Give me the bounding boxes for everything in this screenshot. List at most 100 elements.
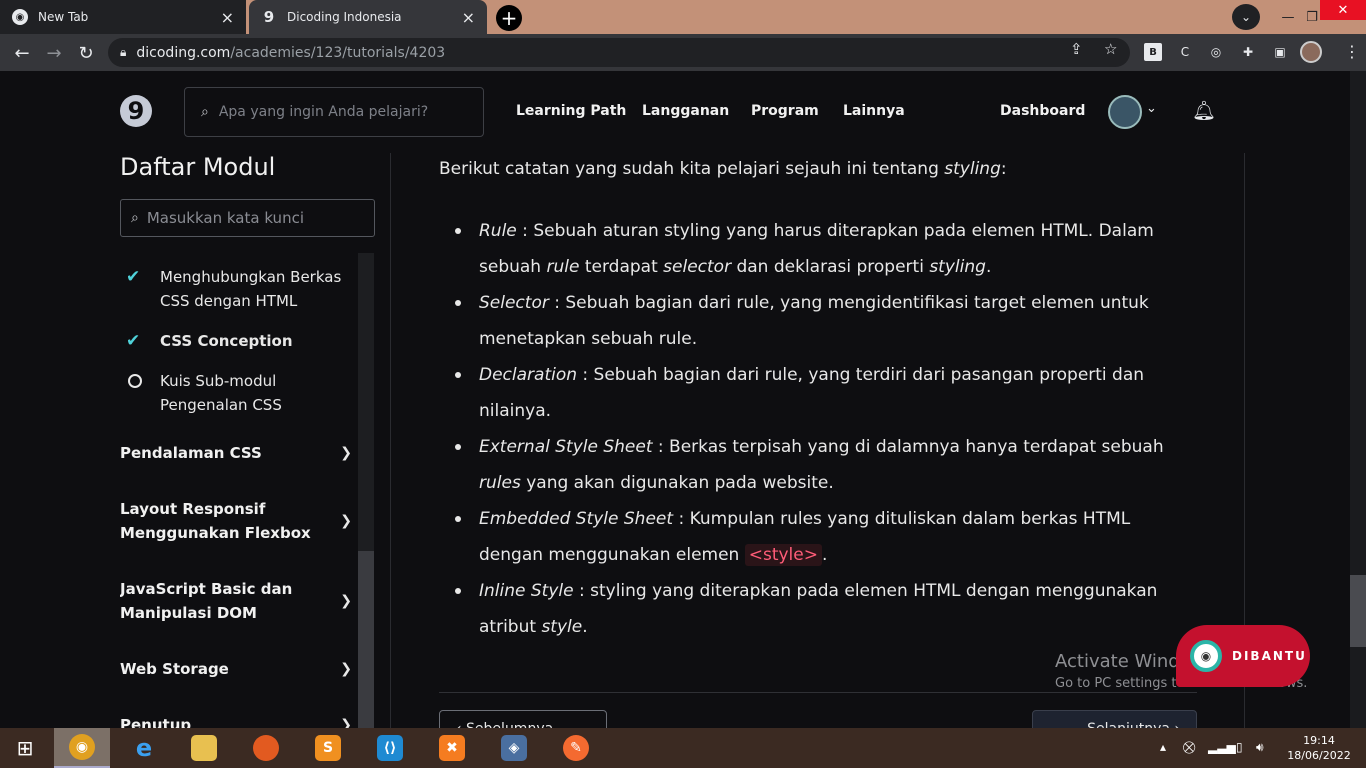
close-window-button[interactable]: ✕ bbox=[1320, 0, 1366, 20]
extension-owl-icon[interactable]: ◎ bbox=[1207, 43, 1225, 61]
extension-b-icon[interactable]: B bbox=[1144, 43, 1162, 61]
module-item[interactable]: Penutup ❯ bbox=[120, 713, 352, 728]
sidebar-title: Daftar Modul bbox=[120, 153, 276, 181]
url-text: dicoding.com/academies/123/tutorials/420… bbox=[136, 44, 446, 61]
taskbar-file-explorer[interactable] bbox=[176, 728, 232, 768]
address-bar[interactable]: 🔒︎ dicoding.com/academies/123/tutorials/… bbox=[108, 38, 1130, 67]
chrome-icon: ◉ bbox=[69, 734, 95, 760]
module-item[interactable]: Web Storage ❯ bbox=[120, 657, 352, 681]
dibantu-chat-button[interactable]: ◉ DIBANTU bbox=[1176, 625, 1310, 687]
list-item: External Style Sheet : Berkas terpisah y… bbox=[455, 429, 1175, 501]
forward-icon[interactable]: → bbox=[42, 41, 66, 65]
nav-dashboard[interactable]: Dashboard bbox=[1000, 103, 1085, 119]
taskbar-postman[interactable]: ✎ bbox=[548, 728, 604, 768]
code-snippet: <style> bbox=[744, 544, 822, 566]
tab-search-button[interactable]: ⌄ bbox=[1232, 4, 1260, 30]
close-icon[interactable]: × bbox=[221, 8, 234, 27]
taskbar-firefox[interactable] bbox=[238, 728, 294, 768]
next-button[interactable]: Selanjutnya › bbox=[1032, 710, 1197, 728]
tray-chevron-up-icon[interactable]: ▴ bbox=[1160, 740, 1166, 754]
module-sidebar: Daftar Modul ⌕ ✔ Menghubungkan Berkas CS… bbox=[120, 153, 375, 728]
module-item[interactable]: Layout Responsif Menggunakan Flexbox ❯ bbox=[120, 497, 352, 545]
back-icon[interactable]: ← bbox=[10, 41, 34, 65]
lesson-label: Kuis Sub-modul Pengenalan CSS bbox=[160, 372, 282, 414]
side-panel-icon[interactable]: ▣ bbox=[1271, 43, 1289, 61]
module-label: Penutup bbox=[120, 716, 192, 728]
reload-icon[interactable]: ↻ bbox=[74, 41, 98, 65]
lesson-item[interactable]: ✔ Menghubungkan Berkas CSS dengan HTML bbox=[120, 265, 352, 313]
site-header: 9 ⌕ Learning Path Langganan Program Lain… bbox=[0, 71, 1350, 153]
close-icon[interactable]: × bbox=[462, 8, 475, 27]
module-item[interactable]: JavaScript Basic dan Manipulasi DOM ❯ bbox=[120, 577, 352, 625]
lesson-label: CSS Conception bbox=[160, 332, 293, 350]
windows-start-icon[interactable]: ⊞ bbox=[0, 728, 50, 768]
battery-icon[interactable]: ▯ bbox=[1236, 740, 1243, 754]
network-icon[interactable]: ⛒ bbox=[1183, 740, 1195, 755]
signal-icon[interactable]: ▂▃▅ bbox=[1208, 740, 1236, 754]
chevron-down-icon[interactable]: ❯ bbox=[340, 589, 352, 613]
module-label: JavaScript Basic dan Manipulasi DOM bbox=[120, 580, 293, 622]
list-item: Embedded Style Sheet : Kumpulan rules ya… bbox=[455, 501, 1175, 573]
content-divider bbox=[439, 692, 1197, 693]
chevron-down-icon[interactable]: ❯ bbox=[340, 657, 352, 681]
share-icon[interactable]: ⇪ bbox=[1070, 40, 1083, 58]
check-icon: ✔ bbox=[126, 267, 141, 287]
vscode-icon: ⟨⟩ bbox=[377, 735, 403, 761]
module-list: ✔ Menghubungkan Berkas CSS dengan HTML ✔… bbox=[120, 253, 375, 728]
nav-learning-path[interactable]: Learning Path bbox=[516, 103, 626, 119]
tutorial-content: Berikut catatan yang sudah kita pelajari… bbox=[390, 153, 1245, 728]
chevron-down-icon[interactable]: ⌄ bbox=[1146, 101, 1157, 116]
summary-list: Rule : Sebuah aturan styling yang harus … bbox=[455, 213, 1175, 645]
taskbar-xampp[interactable]: ✖ bbox=[424, 728, 480, 768]
circle-icon bbox=[128, 374, 142, 388]
tab-new-tab[interactable]: ◉ New Tab × bbox=[0, 0, 246, 34]
tab-dicoding[interactable]: 9 Dicoding Indonesia × bbox=[249, 0, 487, 34]
list-item: Declaration : Sebuah bagian dari rule, y… bbox=[455, 357, 1175, 429]
nav-langganan[interactable]: Langganan bbox=[642, 103, 729, 119]
dicoding-favicon-icon: 9 bbox=[263, 8, 275, 26]
chevron-down-icon[interactable]: ❯ bbox=[340, 441, 352, 465]
bell-icon[interactable]: 🔔︎ bbox=[1192, 99, 1216, 122]
taskbar-clock[interactable]: 19:14 18/06/2022 bbox=[1284, 733, 1354, 763]
extension-c-icon[interactable]: C bbox=[1176, 43, 1194, 61]
chrome-profile-avatar[interactable] bbox=[1300, 41, 1322, 63]
module-label: Pendalaman CSS bbox=[120, 444, 262, 462]
chevron-down-icon[interactable]: ❯ bbox=[340, 509, 352, 533]
chrome-icon: ◉ bbox=[12, 9, 28, 25]
previous-button[interactable]: ‹ Sebelumnya bbox=[439, 710, 607, 728]
more-menu-icon[interactable]: ⋮ bbox=[1344, 42, 1360, 61]
page-scrollbar-thumb[interactable] bbox=[1350, 575, 1366, 647]
sidebar-scrollbar-thumb[interactable] bbox=[358, 551, 374, 728]
nav-lainnya[interactable]: Lainnya bbox=[843, 103, 905, 119]
new-tab-button[interactable]: + bbox=[496, 5, 522, 31]
postman-icon: ✎ bbox=[563, 735, 589, 761]
lesson-item-current[interactable]: ✔ CSS Conception bbox=[120, 329, 352, 353]
taskbar-mysql[interactable]: ◈ bbox=[486, 728, 542, 768]
dicoding-logo[interactable]: 9 bbox=[120, 95, 152, 127]
taskbar-sublime[interactable]: S bbox=[300, 728, 356, 768]
volume-icon[interactable]: 🔊︎ bbox=[1256, 740, 1264, 755]
sidebar-search-box[interactable]: ⌕ bbox=[120, 199, 375, 237]
site-search-box[interactable]: ⌕ bbox=[184, 87, 484, 137]
windows-taskbar: ⊞ ◉ e S ⟨⟩ ✖ ◈ ✎ ▴ ⛒ ▂▃▅ ▯ 🔊︎ 19:14 18/0… bbox=[0, 728, 1366, 768]
taskbar-chrome[interactable]: ◉ bbox=[54, 728, 110, 768]
extensions-puzzle-icon[interactable]: ✚ bbox=[1239, 43, 1257, 61]
browser-toolbar: ← → ↻ 🔒︎ dicoding.com/academies/123/tuto… bbox=[0, 34, 1366, 71]
chevron-down-icon[interactable]: ❯ bbox=[340, 713, 352, 728]
browser-tab-bar: ◉ New Tab × 9 Dicoding Indonesia × + ⌄ —… bbox=[0, 0, 1366, 34]
bookmark-star-icon[interactable]: ☆ bbox=[1104, 40, 1117, 58]
taskbar-vscode[interactable]: ⟨⟩ bbox=[362, 728, 418, 768]
taskbar-ie[interactable]: e bbox=[116, 728, 172, 768]
sidebar-search-input[interactable] bbox=[146, 209, 357, 227]
list-item: Selector : Sebuah bagian dari rule, yang… bbox=[455, 285, 1175, 357]
nav-program[interactable]: Program bbox=[751, 103, 819, 119]
module-label: Layout Responsif Menggunakan Flexbox bbox=[120, 500, 311, 542]
lesson-item[interactable]: Kuis Sub-modul Pengenalan CSS bbox=[120, 369, 352, 417]
user-avatar[interactable] bbox=[1108, 95, 1142, 129]
list-item: Rule : Sebuah aturan styling yang harus … bbox=[455, 213, 1175, 285]
search-icon: ⌕ bbox=[131, 210, 139, 226]
intro-paragraph: Berikut catatan yang sudah kita pelajari… bbox=[439, 159, 1007, 179]
dibantu-label: DIBANTU bbox=[1232, 649, 1307, 663]
site-search-input[interactable] bbox=[218, 104, 459, 120]
module-item[interactable]: Pendalaman CSS ❯ bbox=[120, 441, 352, 465]
